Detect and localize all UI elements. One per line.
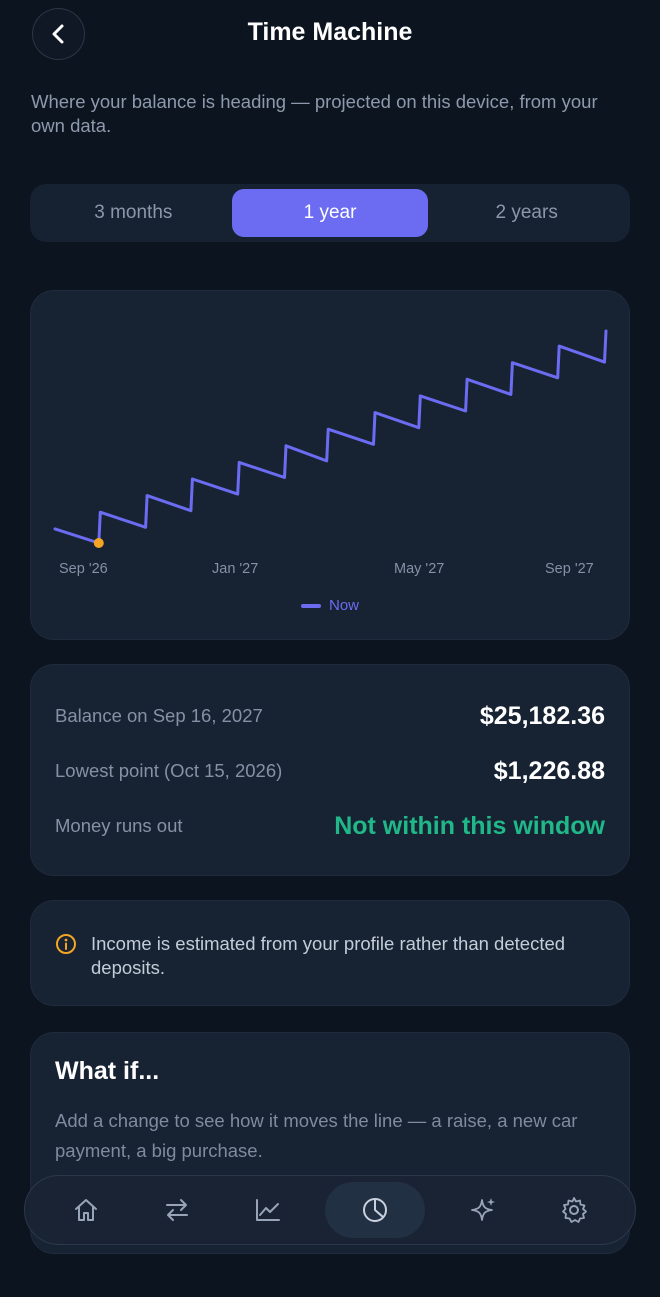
tab-1-year[interactable]: 1 year <box>231 189 429 237</box>
what-if-title: What if... <box>55 1057 160 1085</box>
tab-ai-insights[interactable] <box>450 1182 516 1238</box>
projection-chart <box>53 329 608 548</box>
income-notice-card: Income is estimated from your profile ra… <box>30 900 630 1006</box>
x-tick-label: Jan '27 <box>212 561 259 577</box>
stat-label: Money runs out <box>55 815 183 836</box>
stat-value: $1,226.88 <box>493 756 605 785</box>
gear-icon <box>561 1197 587 1223</box>
transfer-arrows-icon <box>165 1199 188 1221</box>
stat-value: Not within this window <box>334 811 605 840</box>
stat-label: Balance on Sep 16, 2027 <box>55 705 263 726</box>
projection-chart-card: Sep '26 Jan '27 May '27 Sep '27 Now <box>30 290 630 640</box>
x-tick-label: May '27 <box>394 561 445 577</box>
legend-swatch <box>300 603 321 608</box>
notice-text: Income is estimated from your profile ra… <box>91 933 566 978</box>
tab-trends[interactable] <box>235 1182 301 1238</box>
page-subtitle: Where your balance is heading — projecte… <box>31 91 598 136</box>
tab-home[interactable] <box>53 1182 119 1238</box>
tab-3-months[interactable]: 3 months <box>35 189 232 237</box>
header: Time Machine <box>0 0 660 70</box>
projection-stats-card: Balance on Sep 16, 2027 $25,182.36 Lowes… <box>30 664 630 876</box>
stat-label: Lowest point (Oct 15, 2026) <box>55 760 283 781</box>
tab-transfers[interactable] <box>144 1182 210 1238</box>
info-icon <box>56 934 76 954</box>
range-selector: 3 months 1 year 2 years <box>30 184 630 242</box>
pie-chart-icon <box>363 1198 388 1222</box>
tab-time-machine[interactable] <box>325 1182 426 1238</box>
stat-row-balance: Balance on Sep 16, 2027 $25,182.36 <box>55 696 605 736</box>
stat-row-lowest: Lowest point (Oct 15, 2026) $1,226.88 <box>55 751 605 791</box>
x-tick-label: Sep '26 <box>59 561 108 577</box>
lowest-point-marker <box>93 538 104 548</box>
chart-legend: Now <box>31 597 629 614</box>
legend-label: Now <box>328 597 359 614</box>
home-icon <box>75 1199 98 1221</box>
page-title: Time Machine <box>247 18 413 46</box>
stat-row-runs-out: Money runs out Not within this window <box>55 806 605 846</box>
sparkle-icon <box>471 1198 495 1221</box>
series-line-now <box>53 329 608 545</box>
stat-value: $25,182.36 <box>479 701 605 730</box>
what-if-description: Add a change to see how it moves the lin… <box>55 1110 578 1161</box>
tab-settings[interactable] <box>541 1182 607 1238</box>
bottom-tab-bar <box>24 1175 636 1245</box>
x-tick-label: Sep '27 <box>545 561 594 577</box>
trend-chart-icon <box>255 1199 280 1221</box>
tab-2-years[interactable]: 2 years <box>428 189 625 237</box>
